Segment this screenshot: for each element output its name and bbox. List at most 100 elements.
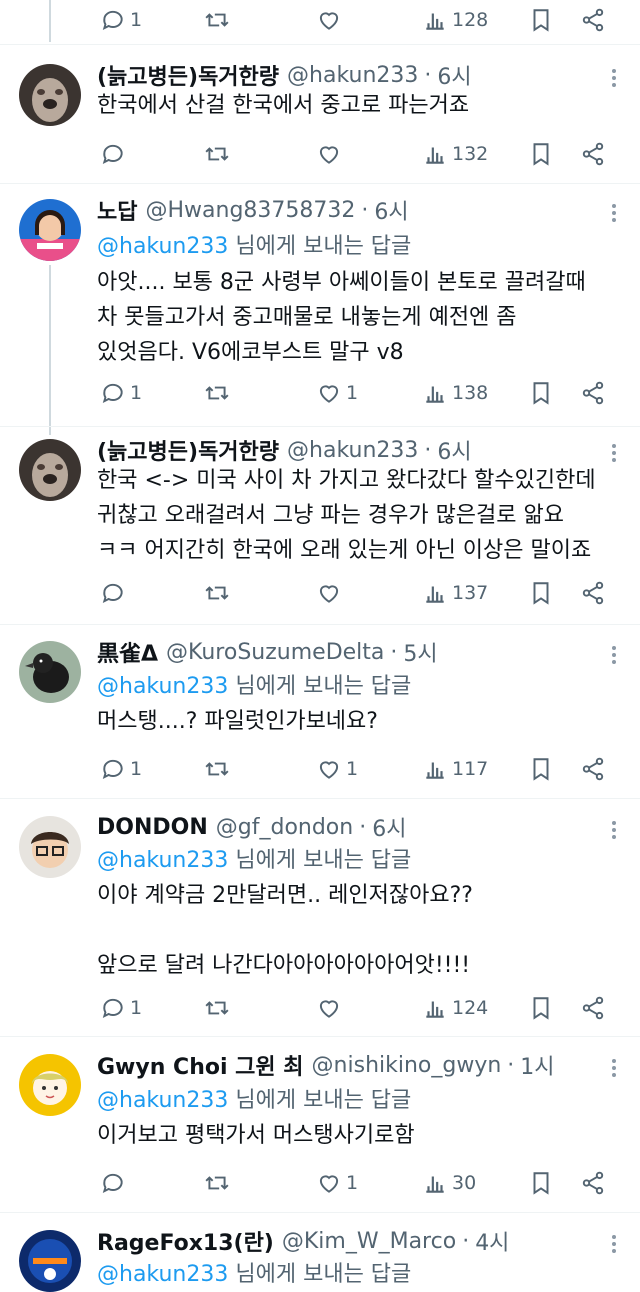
- tweet-header: DONDON @gf_dondon · 6시: [97, 810, 600, 844]
- more-options-icon[interactable]: [612, 818, 618, 842]
- bookmark-button[interactable]: [528, 573, 554, 613]
- bookmark-button[interactable]: [528, 988, 554, 1028]
- repost-button[interactable]: [204, 1163, 230, 1203]
- share-button[interactable]: [580, 749, 606, 789]
- avatar[interactable]: [19, 816, 81, 878]
- bookmark-button[interactable]: [528, 1163, 554, 1203]
- reply-mention-link[interactable]: @hakun233: [97, 848, 228, 873]
- display-name[interactable]: RageFox13(란): [97, 1225, 274, 1257]
- avatar[interactable]: [19, 64, 81, 126]
- like-button[interactable]: [316, 988, 346, 1028]
- reply-button[interactable]: [100, 573, 130, 613]
- tweet-actions: 137: [96, 573, 616, 613]
- reply-mention-link[interactable]: @hakun233: [97, 234, 228, 259]
- reply-mention-link[interactable]: @hakun233: [97, 674, 228, 699]
- display-name[interactable]: (늙고병든)독거한량: [97, 434, 279, 466]
- display-name[interactable]: (늙고병든)독거한량: [97, 59, 279, 91]
- view-count: 137: [452, 582, 489, 604]
- share-button[interactable]: [580, 134, 606, 174]
- timestamp[interactable]: 6시: [437, 59, 471, 91]
- share-button[interactable]: [580, 573, 606, 613]
- repost-button[interactable]: [204, 988, 230, 1028]
- tweet-text-line: 머스탱....? 파일럿인가보네요?: [97, 709, 378, 734]
- more-options-icon[interactable]: [612, 441, 618, 465]
- user-handle[interactable]: @nishikino_gwyn: [312, 1053, 502, 1078]
- user-handle[interactable]: @hakun233: [287, 63, 418, 88]
- display-name[interactable]: Gwyn Choi 그윈 최: [97, 1049, 304, 1081]
- views-button[interactable]: 137: [422, 573, 488, 613]
- bookmark-button[interactable]: [528, 749, 554, 789]
- reply-count: 1: [130, 9, 143, 31]
- like-button[interactable]: 1: [316, 373, 358, 413]
- reply-button[interactable]: 1: [100, 0, 142, 40]
- tweet-text: 한국 <-> 미국 사이 차 가지고 왔다갔다 할수있긴한데 귀찮고 오래걸려서 …: [97, 463, 622, 568]
- avatar[interactable]: [19, 439, 81, 501]
- reply-button[interactable]: [100, 134, 130, 174]
- heart-icon: [319, 585, 339, 603]
- user-handle[interactable]: @hakun233: [287, 438, 418, 463]
- display-name[interactable]: 노답: [97, 194, 137, 226]
- repost-button[interactable]: [204, 373, 230, 413]
- like-button[interactable]: 1: [316, 749, 358, 789]
- tweet-text: 이야 계약금 2만달러면.. 레인저잖아요?? 앞으로 달려 나간다아아아아아아어…: [97, 878, 622, 983]
- reply-button[interactable]: 1: [100, 373, 142, 413]
- replying-to-label: 님에게 보내는 답글: [235, 848, 412, 873]
- separator-dot: ·: [361, 197, 369, 223]
- timestamp[interactable]: 4시: [475, 1225, 509, 1257]
- timestamp[interactable]: 5시: [403, 636, 437, 668]
- bookmark-button[interactable]: [528, 373, 554, 413]
- share-icon: [582, 996, 604, 1020]
- user-handle[interactable]: @gf_dondon: [216, 815, 353, 840]
- share-button[interactable]: [580, 0, 606, 40]
- like-button[interactable]: 1: [316, 1163, 358, 1203]
- tweet-header: 노답 @Hwang83758732 · 6시: [97, 193, 600, 227]
- like-button[interactable]: [316, 134, 346, 174]
- repost-button[interactable]: [204, 573, 230, 613]
- like-button[interactable]: [316, 0, 342, 40]
- avatar[interactable]: [19, 1054, 81, 1116]
- bookmark-button[interactable]: [528, 0, 554, 40]
- views-button[interactable]: 138: [422, 373, 488, 413]
- reply-button[interactable]: [100, 1163, 130, 1203]
- avatar[interactable]: [19, 1230, 81, 1292]
- share-button[interactable]: [580, 988, 606, 1028]
- repost-button[interactable]: [204, 0, 230, 40]
- avatar[interactable]: [19, 199, 81, 261]
- replying-to: @hakun233 님에게 보내는 답글: [97, 1082, 411, 1114]
- views-button[interactable]: 128: [422, 0, 488, 40]
- more-options-icon[interactable]: [612, 201, 618, 225]
- tweet-text: 머스탱....? 파일럿인가보네요?: [97, 704, 622, 739]
- views-button[interactable]: 30: [422, 1163, 476, 1203]
- bookmark-icon: [533, 382, 549, 405]
- reply-mention-link[interactable]: @hakun233: [97, 1262, 228, 1287]
- share-button[interactable]: [580, 1163, 606, 1203]
- more-options-icon[interactable]: [612, 1232, 618, 1256]
- like-count: 1: [346, 758, 359, 780]
- user-handle[interactable]: @KuroSuzumeDelta: [166, 640, 384, 665]
- bookmark-icon: [533, 9, 549, 32]
- more-options-icon[interactable]: [612, 1056, 618, 1080]
- bookmark-button[interactable]: [528, 134, 554, 174]
- display-name[interactable]: 黒雀Δ: [97, 636, 158, 668]
- share-button[interactable]: [580, 373, 606, 413]
- repost-icon: [205, 13, 229, 27]
- more-options-icon[interactable]: [612, 643, 618, 667]
- reply-mention-link[interactable]: @hakun233: [97, 1088, 228, 1113]
- reply-button[interactable]: 1: [100, 988, 142, 1028]
- views-button[interactable]: 124: [422, 988, 488, 1028]
- timestamp[interactable]: 6시: [374, 194, 408, 226]
- repost-button[interactable]: [204, 749, 230, 789]
- timestamp[interactable]: 6시: [372, 811, 406, 843]
- like-button[interactable]: [316, 573, 346, 613]
- more-options-icon[interactable]: [612, 66, 618, 90]
- repost-button[interactable]: [204, 134, 230, 174]
- avatar[interactable]: [19, 641, 81, 703]
- timestamp[interactable]: 6시: [437, 434, 471, 466]
- views-button[interactable]: 132: [422, 134, 488, 174]
- views-button[interactable]: 117: [422, 749, 488, 789]
- user-handle[interactable]: @Kim_W_Marco: [282, 1229, 456, 1254]
- display-name[interactable]: DONDON: [97, 815, 208, 840]
- timestamp[interactable]: 1시: [520, 1049, 554, 1081]
- reply-button[interactable]: 1: [100, 749, 142, 789]
- user-handle[interactable]: @Hwang83758732: [145, 198, 355, 223]
